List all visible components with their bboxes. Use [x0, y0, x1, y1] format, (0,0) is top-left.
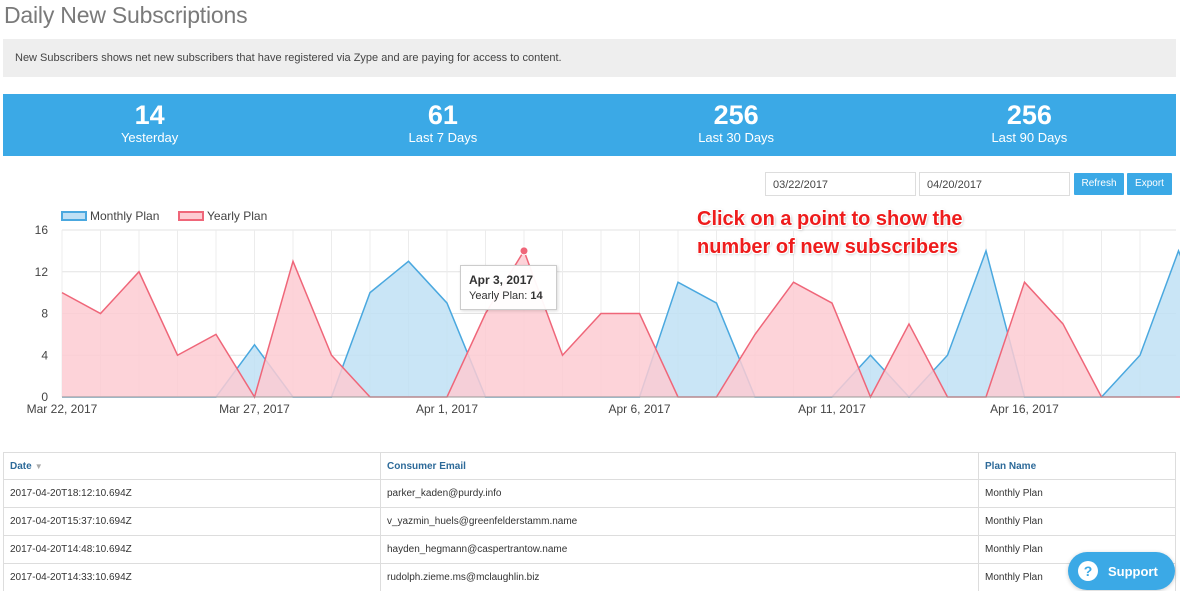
end-date-input[interactable]: 04/20/2017: [919, 172, 1070, 196]
highlighted-data-point[interactable]: [519, 246, 529, 256]
stats-banner: 14 Yesterday 61 Last 7 Days 256 Last 30 …: [3, 94, 1176, 156]
support-button[interactable]: ? Support: [1068, 552, 1175, 590]
stat-last-90-days: 256 Last 90 Days: [883, 94, 1176, 156]
x-tick-label: Apr 11, 2017: [798, 402, 866, 416]
stat-label: Yesterday: [120, 130, 179, 145]
legend-label-yearly[interactable]: Yearly Plan: [207, 209, 267, 223]
series-area-yearly: [62, 250, 1180, 397]
legend-swatch-yearly: [178, 211, 204, 221]
column-header-email[interactable]: Consumer Email: [380, 452, 979, 480]
cell-date: 2017-04-20T14:48:10.694Z: [3, 535, 381, 564]
y-tick-label: 4: [41, 348, 48, 362]
y-tick-label: 12: [35, 265, 49, 279]
y-tick-label: 16: [35, 223, 49, 237]
stat-label: Last 7 Days: [408, 130, 478, 145]
x-tick-label: Apr 1, 2017: [416, 402, 478, 416]
help-icon: ?: [1078, 561, 1098, 581]
page-title: Daily New Subscriptions: [4, 2, 248, 28]
table-row: 2017-04-20T15:37:10.694Z v_yazmin_huels@…: [3, 507, 1176, 536]
stat-label: Last 30 Days: [698, 130, 775, 145]
stat-value: 256: [713, 100, 759, 130]
table-row: 2017-04-20T14:48:10.694Z hayden_hegmann@…: [3, 535, 1176, 564]
stat-last-30-days: 256 Last 30 Days: [590, 94, 883, 156]
cell-email: parker_kaden@purdy.info: [380, 479, 979, 508]
stat-label: Last 90 Days: [991, 130, 1068, 145]
y-tick-label: 8: [41, 307, 48, 321]
support-label: Support: [1108, 563, 1158, 579]
cell-date: 2017-04-20T18:12:10.694Z: [3, 479, 381, 508]
stat-value: 61: [427, 100, 458, 130]
annotation-line-2: number of new subscribers: [697, 236, 959, 258]
info-bar: New Subscribers shows net new subscriber…: [3, 39, 1176, 77]
cell-email: v_yazmin_huels@greenfelderstamm.name: [380, 507, 979, 536]
tooltip-title: Apr 3, 2017: [469, 273, 534, 287]
x-tick-label: Mar 22, 2017: [27, 402, 98, 416]
cell-date: 2017-04-20T15:37:10.694Z: [3, 507, 381, 536]
cell-plan: Monthly Plan: [978, 507, 1176, 536]
chart-tooltip: Apr 3, 2017 Yearly Plan: 14: [460, 265, 557, 310]
cell-email: hayden_hegmann@caspertrantow.name: [380, 535, 979, 564]
x-tick-label: Apr 16, 2017: [990, 402, 1059, 416]
info-text: New Subscribers shows net new subscriber…: [15, 52, 562, 64]
subscribers-table: Date ▼ Consumer Email Plan Name 2017-04-2…: [3, 452, 1176, 591]
start-date-input[interactable]: 03/22/2017: [765, 172, 916, 196]
subscriptions-chart[interactable]: 0481216Mar 22, 2017 Mar 27, 2017 Apr 1, 20…: [0, 200, 1180, 420]
legend-label-monthly[interactable]: Monthly Plan: [90, 209, 159, 223]
annotation-callout: Click on a point to show the number of n…: [697, 205, 963, 261]
export-button[interactable]: Export: [1127, 173, 1172, 195]
stat-value: 256: [1006, 100, 1052, 130]
x-tick-label: Apr 6, 2017: [608, 402, 670, 416]
refresh-button[interactable]: Refresh: [1074, 173, 1124, 195]
column-header-date[interactable]: Date ▼: [3, 452, 381, 480]
tooltip-value: 14: [530, 290, 543, 302]
stat-yesterday: 14 Yesterday: [3, 94, 296, 156]
tooltip-series-label: Yearly Plan:: [469, 290, 528, 302]
cell-date: 2017-04-20T14:33:10.694Z: [3, 563, 381, 591]
table-row: 2017-04-20T14:33:10.694Z rudolph.zieme.m…: [3, 563, 1176, 591]
column-header-plan[interactable]: Plan Name: [978, 452, 1176, 480]
table-header-row: Date ▼ Consumer Email Plan Name: [3, 452, 1176, 480]
annotation-line-1: Click on a point to show the: [697, 208, 963, 230]
x-tick-label: Mar 27, 2017: [219, 402, 290, 416]
stat-value: 14: [134, 100, 165, 130]
cell-plan: Monthly Plan: [978, 479, 1176, 508]
sort-desc-icon[interactable]: ▼: [35, 462, 43, 471]
table-row: 2017-04-20T18:12:10.694Z parker_kaden@pu…: [3, 479, 1176, 508]
cell-email: rudolph.zieme.ms@mclaughlin.biz: [380, 563, 979, 591]
stat-last-7-days: 61 Last 7 Days: [296, 94, 589, 156]
legend-swatch-monthly: [61, 211, 87, 221]
